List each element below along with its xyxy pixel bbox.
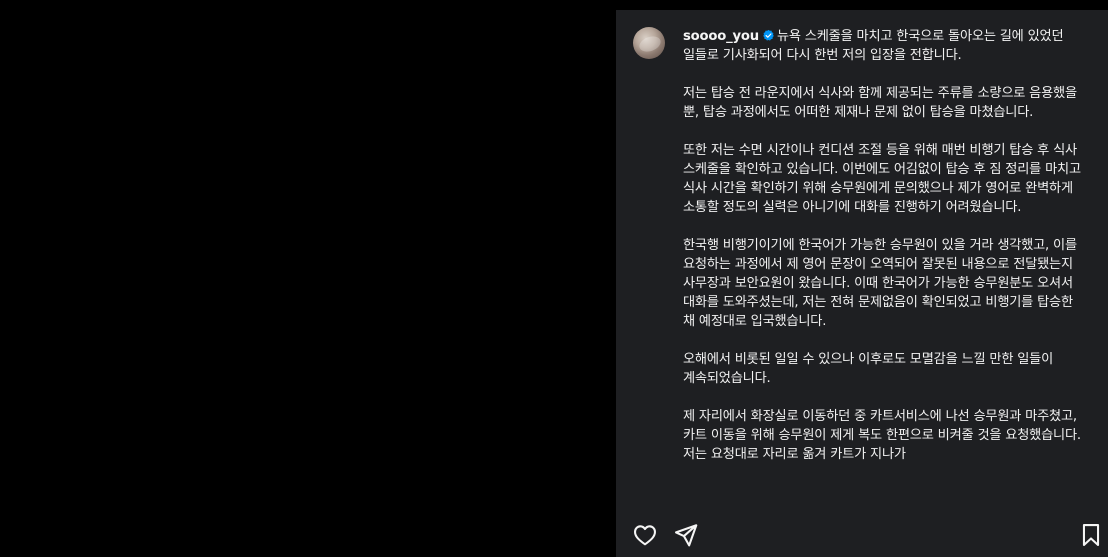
paper-plane-icon bbox=[675, 524, 698, 547]
panel-top-divider bbox=[616, 0, 1108, 10]
post-viewer: soooo_you 뉴욕 스케줄을 마치고 한국으로 돌아오는 길에 있었던 일들… bbox=[0, 0, 1108, 557]
share-button[interactable] bbox=[673, 522, 699, 548]
caption-paragraph-3: 또한 저는 수면 시간이나 컨디션 조절 등을 위해 매번 비행기 탑승 후 식… bbox=[683, 143, 1081, 215]
heart-icon bbox=[634, 525, 656, 546]
like-button[interactable] bbox=[632, 522, 658, 548]
bookmark-icon bbox=[1082, 524, 1100, 546]
caption-paragraph-4: 한국행 비행기이기에 한국어가 가능한 승무원이 있을 거라 생각했고, 이를 … bbox=[683, 238, 1077, 329]
post-media[interactable] bbox=[0, 0, 616, 557]
username-link[interactable]: soooo_you bbox=[683, 29, 759, 44]
caption-paragraph-5: 오해에서 비롯된 일일 수 있으나 이후로도 모멸감을 느낄 만한 일들이 계속… bbox=[683, 352, 1054, 386]
avatar[interactable] bbox=[633, 27, 665, 59]
action-bar bbox=[616, 512, 1108, 557]
post-side-panel: soooo_you 뉴욕 스케줄을 마치고 한국으로 돌아오는 길에 있었던 일들… bbox=[616, 0, 1108, 557]
verified-badge-icon bbox=[763, 29, 774, 41]
save-button[interactable] bbox=[1078, 522, 1104, 548]
caption-paragraph-6: 제 자리에서 화장실로 이동하던 중 카트서비스에 나선 승무원과 마주쳤고, … bbox=[683, 409, 1081, 462]
caption-paragraph-2: 저는 탑승 전 라운지에서 식사와 함께 제공되는 주류를 소량으로 음용했을 … bbox=[683, 86, 1077, 120]
caption-paragraph-1: soooo_you 뉴욕 스케줄을 마치고 한국으로 돌아오는 길에 있었던 일들… bbox=[683, 27, 1088, 65]
caption-block: soooo_you 뉴욕 스케줄을 마치고 한국으로 돌아오는 길에 있었던 일들… bbox=[633, 27, 1093, 483]
caption-text: soooo_you 뉴욕 스케줄을 마치고 한국으로 돌아오는 길에 있었던 일들… bbox=[683, 27, 1088, 483]
